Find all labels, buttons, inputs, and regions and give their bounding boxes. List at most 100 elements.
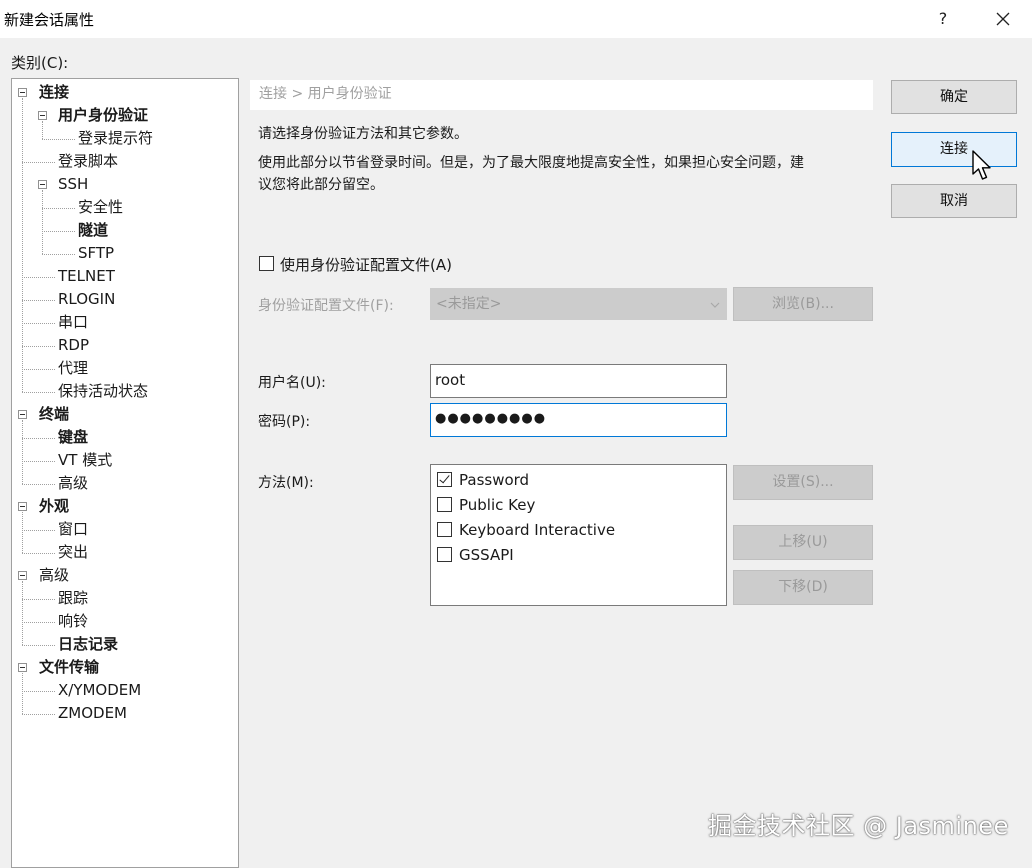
tree-connector <box>22 369 55 370</box>
tree-item[interactable]: 日志记录 <box>58 633 118 656</box>
tree-item[interactable]: 高级 <box>58 472 88 495</box>
username-label: 用户名(U): <box>258 375 326 391</box>
collapse-icon[interactable] <box>18 571 27 580</box>
tree-item[interactable]: SSH <box>58 173 88 196</box>
window-title: 新建会话属性 <box>4 11 95 29</box>
tree-guide <box>22 581 23 645</box>
description-line-2: 议您将此部分留空。 <box>258 177 384 193</box>
browse-button[interactable]: 浏览(B)... <box>733 287 873 321</box>
tree-item[interactable]: 代理 <box>58 357 88 380</box>
tree-item[interactable]: RDP <box>58 334 89 357</box>
use-profile-label: 使用身份验证配置文件(A) <box>280 256 452 274</box>
tree-connector <box>22 323 55 324</box>
tree-item[interactable]: 窗口 <box>58 518 88 541</box>
tree-item[interactable]: 文件传输 <box>39 656 99 679</box>
method-label: Password <box>459 471 530 489</box>
tree-item[interactable]: 响铃 <box>58 610 88 633</box>
tree-item[interactable]: 终端 <box>39 403 69 426</box>
tree-connector <box>22 645 55 646</box>
collapse-icon[interactable] <box>18 410 27 419</box>
tree-item[interactable]: 键盘 <box>58 426 88 449</box>
description-primary: 请选择身份验证方法和其它参数。 <box>258 126 468 142</box>
tree-connector <box>42 254 75 255</box>
tree-connector <box>42 208 75 209</box>
close-button[interactable] <box>984 2 1022 36</box>
tree-item[interactable]: 跟踪 <box>58 587 88 610</box>
method-label: Keyboard Interactive <box>459 521 616 539</box>
profile-select[interactable]: <未指定> <box>430 288 727 320</box>
tree-item-label: 高级 <box>39 566 70 584</box>
tree-item[interactable]: 隧道 <box>78 219 108 242</box>
method-label: GSSAPI <box>459 546 514 564</box>
tree-item[interactable]: 突出 <box>58 541 88 564</box>
connect-button[interactable]: 连接 <box>891 132 1017 167</box>
tree-item[interactable]: VT 模式 <box>58 449 112 472</box>
tree-item[interactable]: 用户身份验证 <box>58 104 148 127</box>
tree-item-label: 用户身份验证 <box>58 106 149 124</box>
collapse-icon[interactable] <box>18 88 27 97</box>
password-label: 密码(P): <box>258 414 311 430</box>
method-checkbox[interactable] <box>437 472 452 487</box>
tree-item-label: 键盘 <box>58 428 89 446</box>
cancel-button[interactable]: 取消 <box>891 184 1017 218</box>
tree-item-label: 外观 <box>39 497 70 515</box>
tree-item[interactable]: X/YMODEM <box>58 679 141 702</box>
tree-connector <box>22 438 55 439</box>
breadcrumb: 连接 > 用户身份验证 <box>250 80 873 110</box>
tree-item[interactable]: 连接 <box>39 81 69 104</box>
category-tree[interactable]: 连接用户身份验证登录提示符登录脚本 SSH 安全性 隧道 SFTP TELNET RLOGI… <box>11 78 239 868</box>
tree-item[interactable]: 安全性 <box>78 196 123 219</box>
method-checkbox[interactable] <box>437 497 452 512</box>
username-input[interactable]: root <box>430 364 727 398</box>
tree-item[interactable]: 串口 <box>58 311 88 334</box>
method-list[interactable]: Password Public Key Keyboard Interactive GS… <box>430 464 727 606</box>
tree-connector <box>22 622 55 623</box>
tree-item-label: ZMODEM <box>58 704 127 722</box>
tree-connector <box>22 714 55 715</box>
tree-item-label: 登录脚本 <box>58 152 119 170</box>
settings-button[interactable]: 设置(S)... <box>733 465 873 500</box>
mouse-cursor-icon <box>972 150 991 180</box>
move-up-button[interactable]: 上移(U) <box>733 525 873 560</box>
tree-guide <box>22 673 23 714</box>
collapse-icon[interactable] <box>38 180 47 189</box>
tree-item-label: X/YMODEM <box>58 681 142 699</box>
tree-connector <box>22 484 55 485</box>
tree-item[interactable]: 登录脚本 <box>58 150 118 173</box>
description-line-1: 使用此部分以节省登录时间。但是，为了最大限度地提高安全性，如果担心安全问题，建 <box>258 155 804 171</box>
tree-connector <box>22 599 55 600</box>
move-down-button[interactable]: 下移(D) <box>733 570 873 605</box>
tree-item[interactable]: RLOGIN <box>58 288 115 311</box>
tree-item[interactable]: 高级 <box>39 564 69 587</box>
help-button[interactable]: ? <box>926 2 960 36</box>
tree-connector <box>22 553 55 554</box>
tree-item[interactable]: ZMODEM <box>58 702 127 725</box>
tree-connector <box>22 277 55 278</box>
ok-button[interactable]: 确定 <box>891 80 1017 114</box>
tree-item[interactable]: 登录提示符 <box>78 127 153 150</box>
tree-guide <box>42 190 43 254</box>
tree-connector <box>42 139 75 140</box>
tree-connector <box>22 162 55 163</box>
tree-item-label: SFTP <box>78 244 115 262</box>
tree-guide <box>42 121 43 139</box>
tree-item-label: VT 模式 <box>58 451 113 469</box>
collapse-icon[interactable] <box>18 663 27 672</box>
method-label: Public Key <box>459 496 536 514</box>
tree-item[interactable]: 外观 <box>39 495 69 518</box>
tree-item[interactable]: SFTP <box>78 242 114 265</box>
watermark: 掘金技术社区 @ Jasminee <box>708 812 1009 840</box>
tree-item-label: 终端 <box>39 405 70 423</box>
collapse-icon[interactable] <box>18 502 27 511</box>
tree-item[interactable]: TELNET <box>58 265 115 288</box>
method-checkbox[interactable] <box>437 522 452 537</box>
tree-guide <box>22 420 23 484</box>
tree-item-label: 文件传输 <box>39 658 100 676</box>
use-profile-checkbox[interactable] <box>259 256 274 271</box>
tree-item-label: 高级 <box>58 474 89 492</box>
password-input[interactable]: ●●●●●●●●● <box>430 403 727 437</box>
collapse-icon[interactable] <box>38 111 47 120</box>
category-label: 类别(C): <box>11 54 69 72</box>
method-checkbox[interactable] <box>437 547 452 562</box>
tree-item[interactable]: 保持活动状态 <box>58 380 148 403</box>
